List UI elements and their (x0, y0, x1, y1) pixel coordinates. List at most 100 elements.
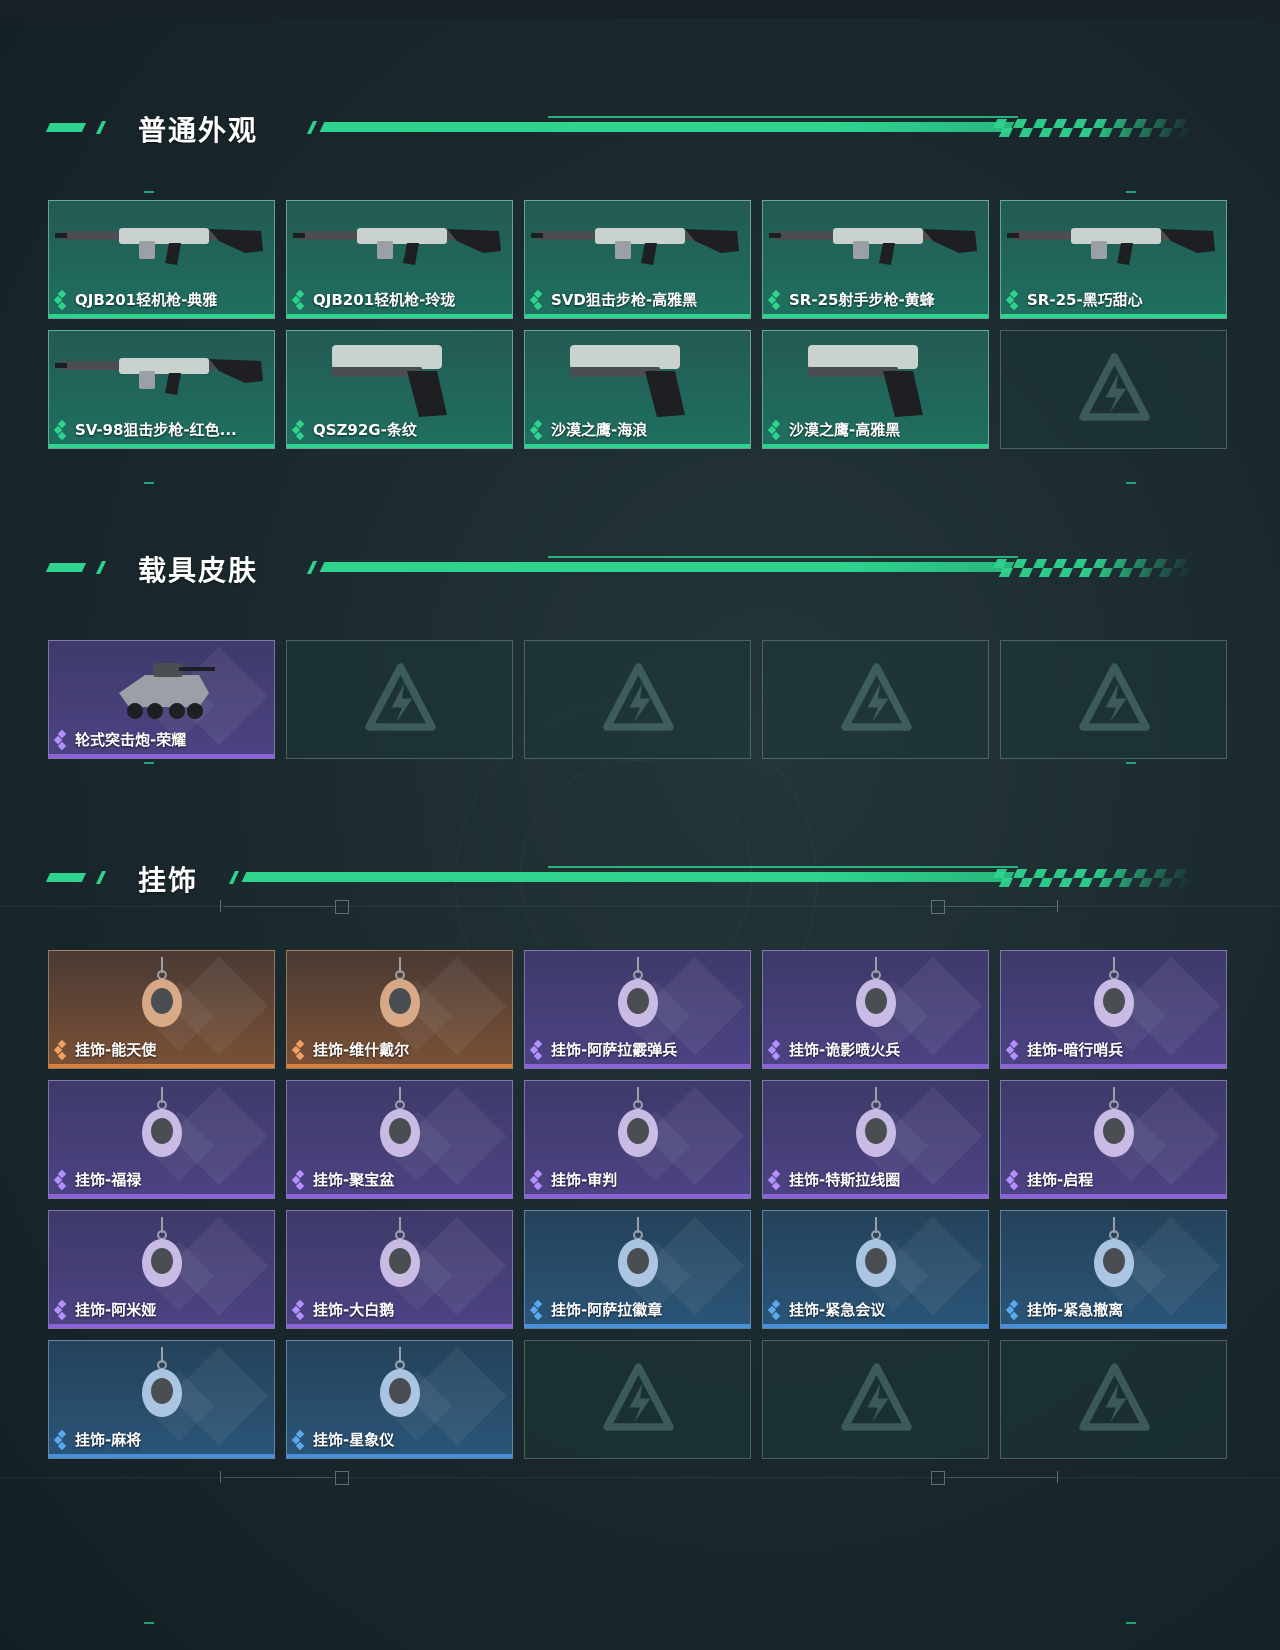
vehicle-skin-card[interactable]: 轮式突击炮-荣耀 (48, 640, 275, 759)
item-name: 挂饰-星象仪 (313, 1431, 395, 1449)
rarity-diamond-icon (529, 1039, 545, 1060)
empty-slot (286, 640, 513, 759)
item-name: 挂饰-麻将 (75, 1431, 142, 1449)
frame-tick (220, 900, 221, 912)
item-name: SR-25-黑巧甜心 (1027, 291, 1143, 309)
charm-card[interactable]: 挂饰-阿萨拉徽章 (524, 1210, 751, 1329)
empty-slot (1000, 1340, 1227, 1459)
skin-card[interactable]: SVD狙击步枪-高雅黑 (524, 200, 751, 319)
card-label-row: 挂饰-启程 (1005, 1169, 1094, 1190)
card-label-row: 挂饰-麻将 (53, 1429, 142, 1450)
frame-tick (1057, 900, 1058, 912)
card-label-row: 挂饰-阿萨拉霰弹兵 (529, 1039, 678, 1060)
card-label-row: SR-25-黑巧甜心 (1005, 289, 1143, 310)
rarity-diamond-icon (53, 1429, 69, 1450)
charm-card[interactable]: 挂饰-暗行哨兵 (1000, 950, 1227, 1069)
skin-card[interactable]: QSZ92G-条纹 (286, 330, 513, 449)
card-label-row: 挂饰-阿萨拉徽章 (529, 1299, 663, 1320)
charm-card[interactable]: 挂饰-紧急会议 (762, 1210, 989, 1329)
card-label-row: 挂饰-福禄 (53, 1169, 141, 1190)
vehicles-grid: 轮式突击炮-荣耀 (48, 640, 1227, 759)
card-label-row: QSZ92G-条纹 (291, 419, 417, 440)
section-header-charms: 挂饰 (45, 857, 1208, 897)
charm-card[interactable]: 挂饰-特斯拉线圈 (762, 1080, 989, 1199)
charm-card[interactable]: 挂饰-阿米娅 (48, 1210, 275, 1329)
rarity-diamond-icon (53, 1299, 69, 1320)
item-name: QJB201轻机枪-典雅 (75, 291, 218, 309)
skin-card[interactable]: QJB201轻机枪-玲珑 (286, 200, 513, 319)
placeholder-logo-icon (365, 663, 436, 731)
charm-card[interactable]: 挂饰-审判 (524, 1080, 751, 1199)
charm-card[interactable]: 挂饰-大白鹅 (286, 1210, 513, 1329)
charm-card[interactable]: 挂饰-启程 (1000, 1080, 1227, 1199)
header-accent-slash (306, 121, 318, 134)
corner-mark (1126, 1622, 1136, 1624)
rarity-diamond-icon (1005, 1169, 1021, 1190)
skin-card[interactable]: SR-25-黑巧甜心 (1000, 200, 1227, 319)
card-label-row: 沙漠之鹰-海浪 (529, 419, 647, 440)
frame-line (0, 1477, 1280, 1478)
charm-card[interactable]: 挂饰-福禄 (48, 1080, 275, 1199)
rarity-diamond-icon (291, 1299, 307, 1320)
rarity-diamond-icon (529, 289, 545, 310)
header-accent-bar (45, 123, 87, 132)
header-accent-slash (306, 561, 318, 574)
item-name: 挂饰-紧急撤离 (1027, 1301, 1124, 1319)
charm-card[interactable]: 挂饰-聚宝盆 (286, 1080, 513, 1199)
item-name: 挂饰-启程 (1027, 1171, 1094, 1189)
item-name: 挂饰-阿米娅 (75, 1301, 157, 1319)
frame-line (224, 1477, 334, 1478)
placeholder-logo-icon (1079, 353, 1150, 421)
skin-card[interactable]: 沙漠之鹰-高雅黑 (762, 330, 989, 449)
skin-card[interactable]: SR-25射手步枪-黄蜂 (762, 200, 989, 319)
charm-card[interactable]: 挂饰-麻将 (48, 1340, 275, 1459)
section-title: 挂饰 (138, 864, 199, 897)
section-header-vehicles: 载具皮肤 (45, 547, 1208, 587)
skin-card[interactable]: 沙漠之鹰-海浪 (524, 330, 751, 449)
card-label-row: 挂饰-紧急撤离 (1005, 1299, 1124, 1320)
placeholder-logo-icon (1079, 663, 1150, 731)
rarity-diamond-icon (53, 289, 69, 310)
section-header-skins: 普通外观 (45, 107, 1208, 147)
skins-grid: QJB201轻机枪-典雅 QJB201轻机枪-玲珑 SVD狙击步枪-高雅黑 SR-25… (48, 200, 1227, 449)
charm-card[interactable]: 挂饰-维什戴尔 (286, 950, 513, 1069)
item-name: 挂饰-大白鹅 (313, 1301, 395, 1319)
item-name: 挂饰-审判 (551, 1171, 618, 1189)
card-label-row: 沙漠之鹰-高雅黑 (767, 419, 901, 440)
charm-card[interactable]: 挂饰-诡影喷火兵 (762, 950, 989, 1069)
corner-mark (1126, 762, 1136, 764)
corner-mark (1126, 482, 1136, 484)
charm-card[interactable]: 挂饰-能天使 (48, 950, 275, 1069)
skin-card[interactable]: QJB201轻机枪-典雅 (48, 200, 275, 319)
item-name: 挂饰-阿萨拉徽章 (551, 1301, 663, 1319)
header-checker-pattern (988, 869, 1198, 887)
frame-square (931, 1471, 945, 1485)
card-label-row: 挂饰-大白鹅 (291, 1299, 395, 1320)
empty-slot (1000, 640, 1227, 759)
charm-card[interactable]: 挂饰-阿萨拉霰弹兵 (524, 950, 751, 1069)
card-label-row: SV-98狙击步枪-红色... (53, 419, 237, 440)
item-name: 挂饰-能天使 (75, 1041, 157, 1059)
placeholder-logo-icon (841, 663, 912, 731)
header-accent-slash (95, 871, 107, 884)
rarity-diamond-icon (291, 1039, 307, 1060)
item-name: 挂饰-阿萨拉霰弹兵 (551, 1041, 678, 1059)
rarity-diamond-icon (53, 729, 69, 750)
charms-grid: 挂饰-能天使 挂饰-维什戴尔 挂饰-阿萨拉霰弹兵 挂饰-诡影喷火兵 挂饰-暗行哨兵 挂饰-… (48, 950, 1227, 1459)
charm-card[interactable]: 挂饰-紧急撤离 (1000, 1210, 1227, 1329)
item-name: 挂饰-暗行哨兵 (1027, 1041, 1124, 1059)
skin-card[interactable]: SV-98狙击步枪-红色... (48, 330, 275, 449)
item-name: 挂饰-紧急会议 (789, 1301, 886, 1319)
item-name: 挂饰-诡影喷火兵 (789, 1041, 901, 1059)
empty-slot (524, 1340, 751, 1459)
frame-line (224, 906, 334, 907)
item-name: 挂饰-特斯拉线圈 (789, 1171, 901, 1189)
item-name: 沙漠之鹰-高雅黑 (789, 421, 901, 439)
charm-card[interactable]: 挂饰-星象仪 (286, 1340, 513, 1459)
header-thin-line (548, 556, 1018, 558)
rarity-diamond-icon (767, 1299, 783, 1320)
item-name: QJB201轻机枪-玲珑 (313, 291, 456, 309)
placeholder-logo-icon (1079, 1363, 1150, 1431)
header-accent-slash (95, 561, 107, 574)
header-thin-line (548, 116, 1018, 118)
